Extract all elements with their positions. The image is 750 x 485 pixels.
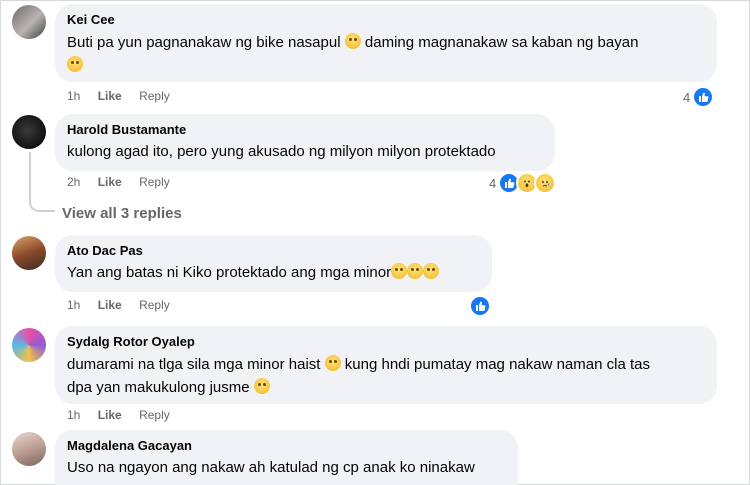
reply-button[interactable]: Reply — [139, 89, 170, 103]
comment-bubble: Sydalg Rotor Oyalep dumarami na tlga sil… — [55, 326, 717, 404]
reaction-summary[interactable] — [469, 295, 491, 317]
comment-author[interactable]: Harold Bustamante — [67, 122, 543, 138]
rolling-eyes-emoji-icon — [324, 355, 341, 371]
rolling-eyes-emoji-icon — [344, 33, 361, 49]
reaction-summary[interactable]: 4 — [489, 172, 557, 194]
comment-text: Uso na ngayon ang nakaw ah katulad ng cp… — [67, 459, 475, 476]
avatar[interactable] — [12, 5, 46, 39]
comment-text: Yan ang batas ni Kiko protektado ang mga… — [67, 262, 480, 283]
worried-emoji-icon — [253, 378, 270, 394]
comment-bubble: Ato Dac Pas Yan ang batas ni Kiko protek… — [55, 235, 492, 292]
comment-time[interactable]: 1h — [67, 408, 80, 422]
comment-author[interactable]: Ato Dac Pas — [67, 243, 480, 259]
comment-bubble: Magdalena Gacayan Uso na ngayon ang naka… — [55, 430, 518, 485]
like-reaction-icon — [692, 86, 715, 108]
comment-time[interactable]: 1h — [67, 89, 80, 103]
comment-time[interactable]: 1h — [67, 298, 80, 312]
reply-button[interactable]: Reply — [139, 408, 170, 422]
like-button[interactable]: Like — [98, 175, 122, 189]
avatar[interactable] — [12, 236, 46, 270]
comment-actions: 1h Like Reply — [67, 408, 184, 422]
reply-thread-line — [29, 152, 55, 212]
comment-bubble: Harold Bustamante kulong agad ito, pero … — [55, 114, 555, 171]
reaction-summary[interactable]: 4 — [683, 86, 715, 108]
comment-text: Buti pa yun pagnanakaw ng bike nasapul d… — [67, 31, 705, 77]
avatar[interactable] — [12, 432, 46, 466]
comment-author[interactable]: Sydalg Rotor Oyalep — [67, 334, 705, 350]
like-button[interactable]: Like — [98, 89, 122, 103]
comment-bubble: Kei Cee Buti pa yun pagnanakaw ng bike n… — [55, 4, 717, 82]
comment-actions: 2h Like Reply — [67, 175, 184, 189]
comment-author[interactable]: Kei Cee — [67, 12, 705, 28]
rolling-eyes-emoji-icon — [67, 56, 83, 72]
like-button[interactable]: Like — [98, 298, 122, 312]
grinning-emoji-icon — [423, 263, 440, 279]
laughing-emoji-icon — [391, 263, 408, 279]
reply-button[interactable]: Reply — [139, 298, 170, 312]
like-reaction-icon — [469, 295, 491, 317]
comment-actions: 1h Like Reply — [67, 89, 184, 103]
reaction-count: 4 — [489, 175, 497, 191]
crying-emoji-icon — [407, 263, 424, 279]
comment-time[interactable]: 2h — [67, 175, 80, 189]
sad-reaction-icon — [534, 172, 557, 194]
like-button[interactable]: Like — [98, 408, 122, 422]
avatar[interactable] — [12, 328, 46, 362]
comment-text: dumarami na tlga sila mga minor haist ku… — [67, 355, 650, 396]
reply-button[interactable]: Reply — [139, 175, 170, 189]
comment-actions: 1h Like Reply — [67, 298, 184, 312]
comment-author[interactable]: Magdalena Gacayan — [67, 438, 506, 454]
reaction-count: 4 — [683, 89, 691, 105]
avatar[interactable] — [12, 115, 46, 149]
comment-text: kulong agad ito, pero yung akusado ng mi… — [67, 143, 496, 160]
view-all-replies-link[interactable]: View all 3 replies — [62, 205, 182, 222]
